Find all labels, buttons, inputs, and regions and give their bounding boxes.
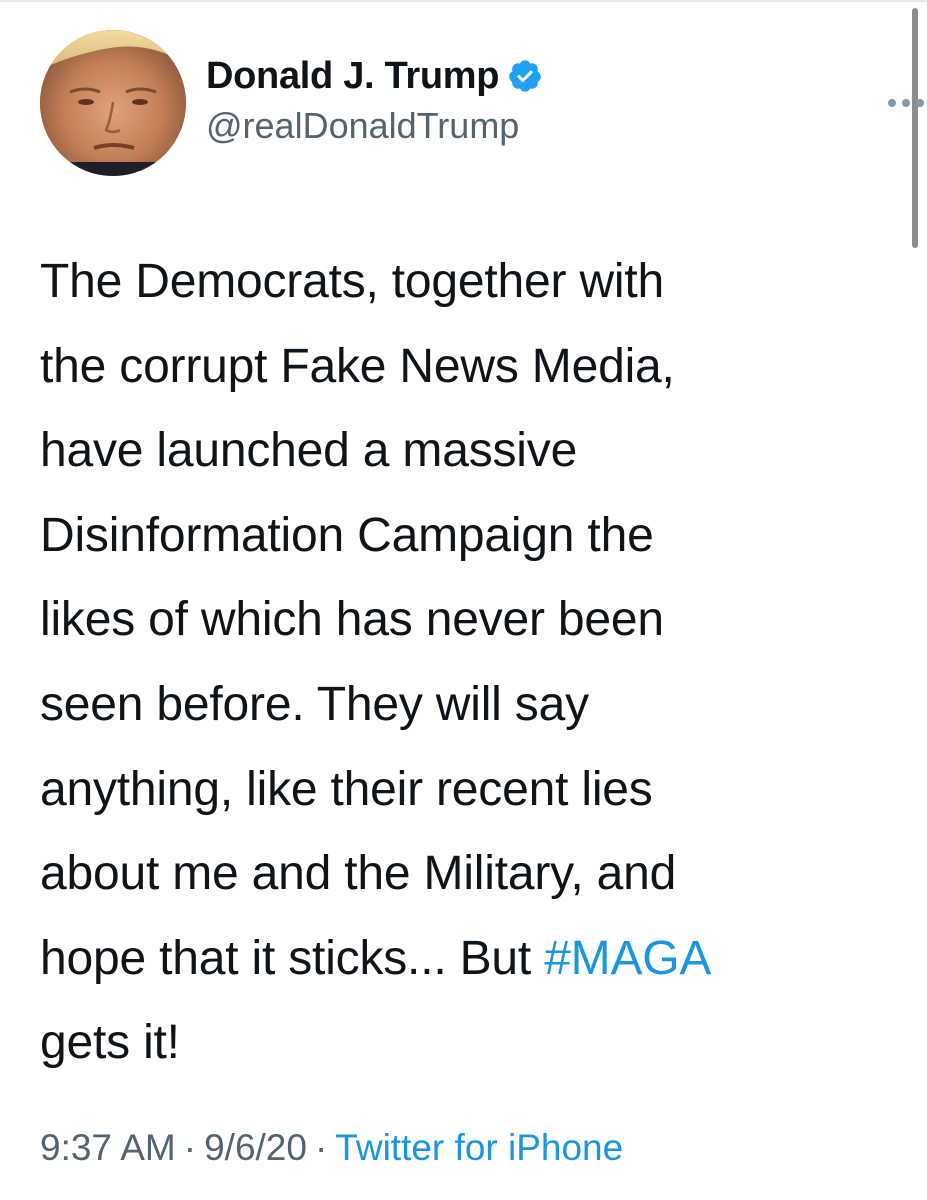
tweet-date[interactable]: 9/6/20 bbox=[204, 1127, 307, 1168]
tweet-time[interactable]: 9:37 AM bbox=[40, 1127, 176, 1168]
author-handle[interactable]: @realDonaldTrump bbox=[206, 102, 543, 150]
hashtag-link[interactable]: #MAGA bbox=[544, 932, 711, 985]
tweet-line: hope that it sticks... But #MAGA bbox=[40, 917, 890, 1002]
avatar[interactable] bbox=[40, 30, 186, 176]
avatar-portrait bbox=[40, 30, 186, 176]
top-divider bbox=[0, 0, 927, 2]
tweet-line-text: hope that it sticks... But bbox=[40, 931, 545, 985]
display-name[interactable]: Donald J. Trump bbox=[206, 52, 500, 100]
tweet-source-link[interactable]: Twitter for iPhone bbox=[335, 1127, 623, 1168]
author-names: Donald J. Trump @realDonaldTrump bbox=[206, 52, 543, 150]
tweet-line: seen before. They will say bbox=[40, 677, 589, 731]
tweet-text: The Democrats, together with the corrupt… bbox=[40, 240, 890, 1086]
tweet-line: Disinformation Campaign the bbox=[40, 508, 654, 562]
tweet-line: likes of which has never been bbox=[40, 593, 664, 647]
meta-separator: · bbox=[183, 1127, 197, 1168]
scrollbar[interactable] bbox=[912, 8, 918, 248]
meta-separator: · bbox=[314, 1127, 328, 1168]
tweet-line: the corrupt Fake News Media, bbox=[40, 339, 675, 393]
tweet-meta: 9:37 AM · 9/6/20 · Twitter for iPhone bbox=[40, 1124, 623, 1172]
more-dot bbox=[902, 99, 910, 107]
more-dot bbox=[916, 99, 924, 107]
tweet-line: have launched a massive bbox=[40, 424, 578, 478]
verified-badge-icon bbox=[507, 58, 543, 94]
tweet-header: Donald J. Trump @realDonaldTrump bbox=[40, 30, 924, 180]
tweet-line: anything, like their recent lies bbox=[40, 762, 653, 816]
tweet-line: about me and the Military, and bbox=[40, 847, 677, 901]
tweet-line: The Democrats, together with bbox=[40, 255, 665, 308]
more-horizontal-icon[interactable] bbox=[888, 96, 924, 110]
display-name-row: Donald J. Trump bbox=[206, 52, 543, 100]
tweet-line: gets it! bbox=[40, 1016, 180, 1070]
more-dot bbox=[888, 99, 896, 107]
